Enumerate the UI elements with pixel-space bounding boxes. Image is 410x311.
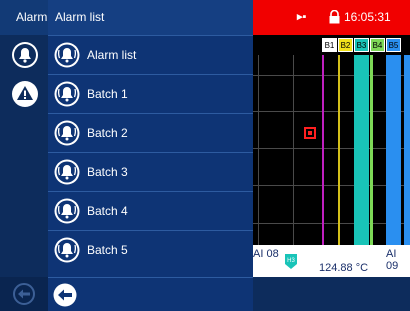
menu-item-batch-2[interactable]: Batch 2 (48, 113, 253, 152)
menu-item-label: Batch 5 (87, 243, 128, 257)
alarm-bell-icon (54, 42, 80, 68)
trace-b2 (338, 55, 340, 245)
trace-b4 (370, 55, 373, 245)
channel-name: AI 08 (253, 248, 279, 260)
menu-item-alarm-list[interactable]: Alarm list (48, 35, 253, 74)
alarm-marker-icon (304, 127, 316, 139)
menu-item-batch-4[interactable]: Batch 4 (48, 191, 253, 230)
alarm-bell-icon (54, 120, 80, 146)
grid-line (258, 55, 259, 245)
status-bar: ▸▪ 16:05:31 (253, 0, 410, 35)
alarm-bell-icon (54, 81, 80, 107)
left-rail: Alarm (0, 0, 48, 311)
channel-value: 124.88 °C (319, 262, 369, 274)
rail-title: Alarm (0, 0, 48, 35)
back-button[interactable] (52, 282, 78, 308)
value-readout: AI 08 H3 124.88 °C AI 09 (253, 245, 410, 277)
menu-item-label: Batch 3 (87, 165, 128, 179)
channel-tag[interactable]: B2 (338, 38, 353, 52)
alarm-bell-icon[interactable] (10, 40, 40, 70)
trace-b6 (404, 55, 410, 245)
menu-item-label: Alarm list (87, 48, 137, 62)
alarm-menu-panel: Alarm list Alarm list Batch 1 Batch 2 Ba… (48, 0, 253, 311)
alarm-bell-icon (54, 237, 80, 263)
trace-b5 (386, 55, 401, 245)
connection-icon: ▸▪ (297, 11, 307, 23)
menu-item-label: Batch 2 (87, 126, 128, 140)
back-arrow-icon (13, 283, 35, 305)
channel-name: AI 09 (386, 248, 399, 272)
alarm-flag-label: H3 (287, 258, 295, 264)
clock-time: 16:05:31 (344, 10, 391, 24)
menu-header: Alarm list (48, 0, 253, 35)
menu-item-batch-3[interactable]: Batch 3 (48, 152, 253, 191)
menu-footer (48, 277, 253, 311)
menu-item-batch-5[interactable]: Batch 5 (48, 230, 253, 269)
rail-back-button[interactable] (0, 277, 48, 311)
trace-b3 (354, 55, 369, 245)
bottom-bar (253, 277, 410, 311)
menu-item-label: Batch 4 (87, 204, 128, 218)
channel-tag[interactable]: B1 (322, 38, 337, 52)
menu-item-batch-1[interactable]: Batch 1 (48, 74, 253, 113)
trend-plot[interactable] (253, 55, 410, 245)
warning-icon[interactable] (10, 79, 40, 109)
channel-tag[interactable]: B5 (386, 38, 401, 52)
grid-line (293, 55, 294, 245)
alarm-flag-icon: H3 (285, 254, 297, 269)
trace-b1 (322, 55, 324, 245)
channel-legend: B1 B2 B3 B4 B5 (253, 35, 410, 55)
channel-tag[interactable]: B3 (354, 38, 369, 52)
lock-icon (329, 10, 340, 24)
menu-item-label: Batch 1 (87, 87, 128, 101)
channel-tag[interactable]: B4 (370, 38, 385, 52)
alarm-bell-icon (54, 198, 80, 224)
alarm-bell-icon (54, 159, 80, 185)
